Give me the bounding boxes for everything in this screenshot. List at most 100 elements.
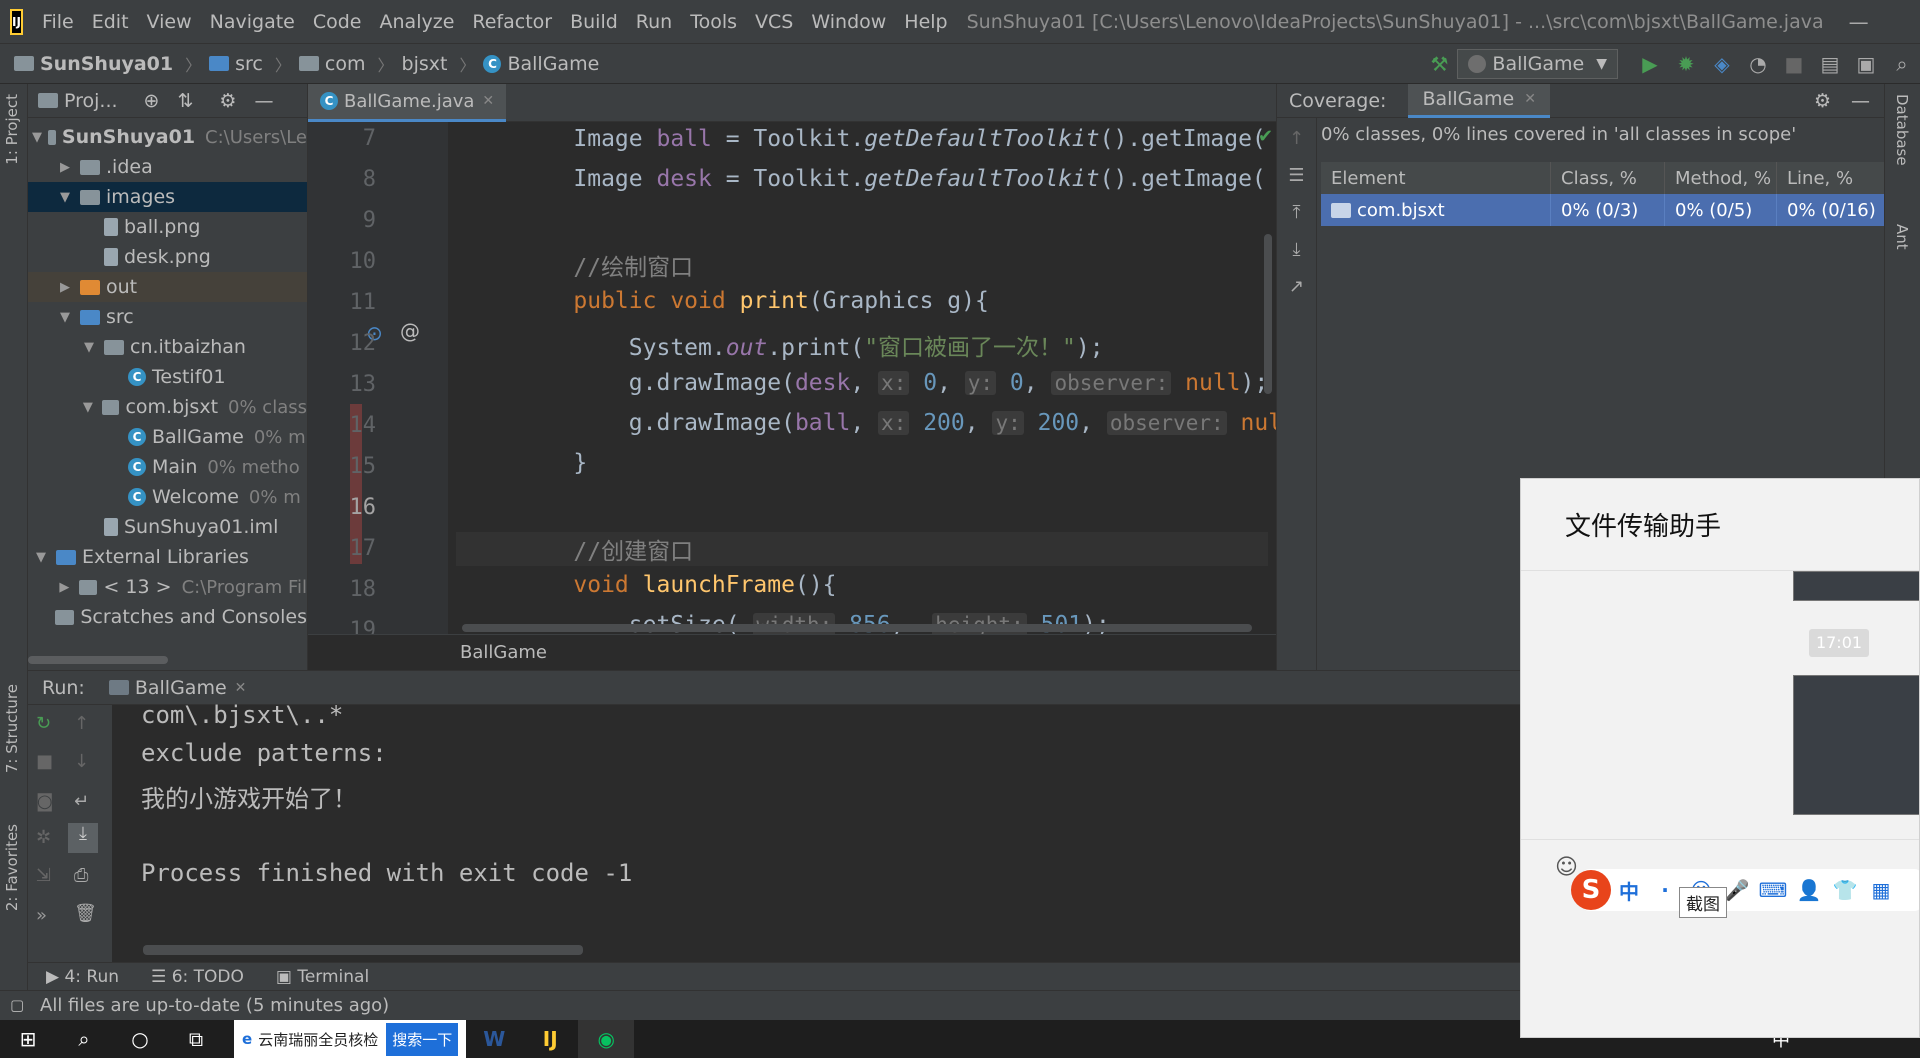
debug-icon[interactable]: ✹ [1668, 52, 1704, 76]
tree-item[interactable]: ▼ src [28, 302, 307, 332]
windows-start-icon[interactable]: ⊞ [0, 1020, 56, 1058]
task-view-icon[interactable]: ⧉ [168, 1020, 224, 1058]
code-line-7[interactable]: Image ball = Toolkit.getDefaultToolkit()… [518, 126, 1265, 152]
breadcrumb-bjsxt[interactable]: bjsxt [402, 53, 448, 75]
sogou-logo-icon[interactable]: S [1571, 870, 1611, 910]
presentation-icon[interactable]: ▣ [1848, 52, 1884, 76]
up-arrow-icon[interactable]: ↑ [1277, 128, 1316, 149]
menu-build[interactable]: Build [561, 11, 627, 33]
menu-analyze[interactable]: Analyze [371, 11, 464, 33]
down-arrow-icon[interactable]: ↓ [74, 751, 89, 772]
col-line[interactable]: Line, % [1777, 162, 1884, 194]
up-arrow-icon[interactable]: ↑ [74, 713, 89, 734]
camera-icon[interactable]: ◙ [36, 791, 53, 812]
breadcrumb-src[interactable]: src [235, 53, 263, 75]
hide-icon[interactable]: — [254, 90, 273, 112]
more-icon[interactable]: » [36, 905, 47, 926]
settings-icon[interactable]: ✲ [36, 827, 51, 848]
chevron-down-icon[interactable]: ▼ [32, 130, 42, 145]
profile-icon[interactable]: ◔ [1740, 52, 1776, 76]
menu-window[interactable]: Window [802, 11, 895, 33]
search-icon[interactable]: ⌕ [1884, 52, 1920, 76]
menu-refactor[interactable]: Refactor [463, 11, 561, 33]
coverage-tab[interactable]: BallGame ✕ [1408, 84, 1550, 118]
import-icon[interactable]: ⤒ [1277, 202, 1316, 223]
ime-toolbox-icon[interactable]: ▦ [1863, 878, 1899, 902]
annotation-gutter-icon[interactable]: @ [400, 319, 420, 343]
tree-item[interactable]: SunShuya01.iml [28, 512, 307, 542]
code-line-13[interactable]: g.drawImage(desk, x: 0, y: 0, observer: … [518, 370, 1268, 396]
ime-user-icon[interactable]: 👤 [1791, 878, 1827, 902]
col-element[interactable]: Element [1321, 162, 1551, 194]
tree-item[interactable]: C Welcome 0% m [28, 482, 307, 512]
image-message-thumbnail[interactable] [1793, 675, 1919, 815]
menu-navigate[interactable]: Navigate [201, 11, 304, 33]
menu-view[interactable]: View [138, 11, 201, 33]
tree-item[interactable]: ▼ images [28, 182, 307, 212]
coverage-icon[interactable]: ◈ [1704, 52, 1740, 76]
project-view-select[interactable]: Proj... [64, 90, 118, 112]
export-icon[interactable]: ⤓ [1277, 239, 1316, 260]
wechat-icon[interactable]: ◉ [578, 1020, 635, 1058]
tree-item[interactable]: C BallGame 0% m [28, 422, 307, 452]
tab-project[interactable]: 1: Project [3, 94, 21, 165]
print-icon[interactable]: ⎙ [74, 865, 88, 886]
tree-item[interactable]: C Testif01 [28, 362, 307, 392]
stop-icon[interactable]: ■ [1776, 52, 1812, 76]
tab-terminal[interactable]: ▣ Terminal [276, 967, 369, 987]
run-icon[interactable]: ▶ [1632, 52, 1668, 76]
code-line-8[interactable]: Image desk = Toolkit.getDefaultToolkit()… [518, 166, 1265, 192]
gear-icon[interactable]: ⚙ [219, 90, 236, 112]
soft-wrap-icon[interactable]: ↵ [74, 791, 89, 812]
hide-icon[interactable]: — [1851, 90, 1870, 112]
word-icon[interactable]: W [466, 1020, 522, 1058]
col-method[interactable]: Method, % [1665, 162, 1777, 194]
menu-file[interactable]: File [33, 11, 83, 33]
table-row[interactable]: com.bjsxt 0% (0/3) 0% (0/5) 0% (0/16) [1321, 194, 1884, 226]
tree-item[interactable]: ▶ < 13 > C:\Program Fil [28, 572, 307, 602]
chevron-down-icon[interactable]: ▼ [56, 190, 74, 205]
chevron-down-icon[interactable]: ▼ [56, 310, 74, 325]
menu-code[interactable]: Code [304, 11, 371, 33]
generate-report-icon[interactable]: ↗ [1277, 276, 1316, 297]
minimize-button[interactable]: — [1824, 10, 1894, 34]
horizontal-scrollbar[interactable] [28, 656, 168, 664]
code-line-14[interactable]: g.drawImage(ball, x: 200, y: 200, observ… [518, 410, 1276, 436]
tree-item[interactable]: ▼ SunShuya01 C:\Users\Le [28, 122, 307, 152]
run-configuration-select[interactable]: BallGame ▼ [1457, 48, 1618, 79]
tree-item[interactable]: C Main 0% metho [28, 452, 307, 482]
breadcrumb-ballgame[interactable]: BallGame [507, 53, 599, 75]
status-toggle-icon[interactable]: ▢ [10, 996, 24, 1014]
code-line-17[interactable]: //创建窗口 [518, 532, 693, 566]
chevron-right-icon[interactable]: ▶ [56, 160, 74, 175]
build-hammer-icon[interactable]: ⚒ [1421, 52, 1457, 76]
chevron-right-icon[interactable]: ▶ [56, 280, 74, 295]
intellij-taskbar-icon[interactable]: IJ [522, 1020, 578, 1058]
search-icon[interactable]: ⌕ [56, 1020, 112, 1058]
menu-help[interactable]: Help [895, 11, 956, 33]
exit-icon[interactable]: ⇲ [36, 865, 51, 886]
tab-database[interactable]: Database [1893, 94, 1911, 166]
locate-icon[interactable]: ⊕ [144, 90, 160, 112]
editor-breadcrumb-label[interactable]: BallGame [460, 642, 547, 663]
trash-icon[interactable]: 🗑 [74, 903, 97, 924]
emoji-icon[interactable]: ☺ [1555, 855, 1578, 880]
tab-ballgame-java[interactable]: C BallGame.java ✕ [308, 84, 507, 122]
tree-item[interactable]: ▶ .idea [28, 152, 307, 182]
editor-horizontal-scrollbar[interactable] [462, 624, 1252, 632]
code-line-18[interactable]: void launchFrame(){ [518, 572, 836, 598]
taskbar-browser-app[interactable]: e 云南瑞丽全员核检 搜索一下 [234, 1020, 467, 1058]
tree-item[interactable]: ▶ out [28, 272, 307, 302]
flatten-packages-icon[interactable]: ☰ [1277, 165, 1316, 186]
restore-button[interactable]: ❐ [1894, 10, 1920, 34]
tree-item[interactable]: Scratches and Consoles [28, 602, 307, 632]
cortana-icon[interactable]: ○ [112, 1020, 168, 1058]
tree-item[interactable]: ▼ cn.itbaizhan [28, 332, 307, 362]
rerun-icon[interactable]: ↻ [36, 713, 51, 734]
tab-todo[interactable]: ☰ 6: TODO [151, 967, 244, 987]
close-tab-icon[interactable]: ✕ [482, 93, 494, 109]
code-line-11[interactable]: public void print(Graphics g){ [518, 288, 988, 314]
menu-vcs[interactable]: VCS [746, 11, 802, 33]
code-line-12[interactable]: System.out.print("窗口被画了一次！"); [518, 328, 1104, 362]
scroll-to-end-icon[interactable]: ⤓ [68, 823, 98, 853]
